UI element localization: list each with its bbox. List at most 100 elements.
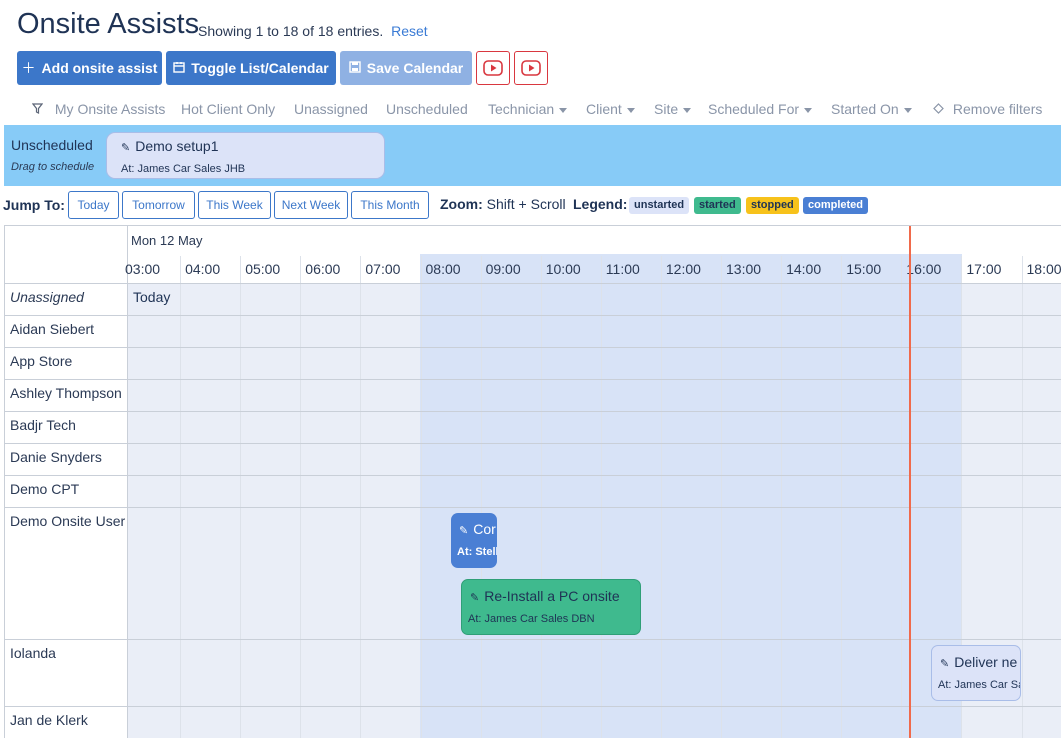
- chevron-down-icon: [559, 107, 568, 113]
- date-header: Mon 12 May: [131, 233, 203, 248]
- youtube-video-button-1[interactable]: [476, 51, 510, 85]
- edit-icon: ✎: [940, 658, 950, 670]
- add-onsite-assist-button[interactable]: ＋ Add onsite assist: [17, 51, 162, 85]
- jump-today-button[interactable]: Today: [68, 191, 119, 219]
- resource-row: Iolanda: [5, 639, 127, 707]
- plus-icon: ＋: [21, 60, 36, 76]
- hour-gridline: [240, 256, 242, 738]
- event-card-started[interactable]: ✎ Re-Install a PC onsite At: James Car Sa…: [461, 579, 641, 635]
- event-title-row: ✎ Cor: [459, 521, 496, 537]
- chevron-down-icon: [683, 107, 692, 113]
- row-divider: [128, 411, 1061, 412]
- hour-gridline: [1021, 256, 1023, 738]
- resource-row: Badjr Tech: [5, 411, 127, 443]
- hour-label: 11:00: [605, 261, 640, 277]
- save-calendar-button[interactable]: Save Calendar: [340, 51, 472, 85]
- toggle-list-calendar-label: Toggle List/Calendar: [191, 60, 329, 76]
- event-location: At: James Car Sa: [938, 679, 1021, 691]
- zoom-label: Zoom:: [440, 196, 483, 212]
- jump-next-week-button[interactable]: Next Week: [274, 191, 348, 219]
- resource-row: Danie Snyders: [5, 443, 127, 475]
- chevron-down-icon: [804, 107, 813, 113]
- legend-completed-badge: completed: [803, 197, 869, 214]
- hour-gridline: [901, 256, 903, 738]
- hour-label: 18:00: [1026, 261, 1061, 277]
- add-onsite-assist-label: Add onsite assist: [41, 60, 158, 76]
- jump-this-week-button[interactable]: This Week: [198, 191, 271, 219]
- jump-this-month-button[interactable]: This Month: [351, 191, 429, 219]
- filter-technician-dropdown[interactable]: Technician: [488, 101, 568, 117]
- hour-label: 08:00: [425, 261, 461, 277]
- edit-icon: ✎: [121, 142, 131, 154]
- event-title: Cor: [473, 521, 496, 537]
- hour-label: 05:00: [245, 261, 281, 277]
- resource-unassigned: Unassigned: [5, 283, 127, 316]
- filter-icon: [31, 101, 47, 117]
- filter-started-on-dropdown[interactable]: Started On: [831, 101, 912, 117]
- row-divider: [128, 706, 1061, 707]
- timeline-area[interactable]: Mon 12 May 03:00 04:00 05:00 06:00 07:00 08:0…: [125, 226, 1061, 738]
- filter-site-dropdown[interactable]: Site: [654, 101, 692, 117]
- resource-row: Aidan Siebert: [5, 315, 127, 347]
- remove-filters-button[interactable]: Remove filters: [933, 101, 1042, 117]
- event-location: At: James Car Sales DBN: [468, 613, 595, 625]
- resource-row: Demo CPT: [5, 475, 127, 507]
- event-title-row: ✎ Deliver ne: [940, 654, 1017, 670]
- youtube-video-button-2[interactable]: [514, 51, 548, 85]
- hour-gridline: [180, 256, 182, 738]
- resource-row: Jan de Klerk: [5, 706, 127, 738]
- toggle-list-calendar-button[interactable]: Toggle List/Calendar: [166, 51, 336, 85]
- event-card-completed[interactable]: ✎ Cor At: Stelle: [451, 513, 497, 568]
- youtube-icon: [483, 60, 503, 76]
- remove-filters-label: Remove filters: [952, 101, 1043, 117]
- page-title: Onsite Assists: [17, 8, 200, 40]
- entries-summary: Showing 1 to 18 of 18 entries. Reset: [198, 23, 428, 39]
- filter-my-onsite-assists[interactable]: My Onsite Assists: [31, 101, 166, 117]
- resource-column: Unassigned Aidan Siebert App Store Ashle…: [5, 226, 128, 738]
- row-divider: [128, 379, 1061, 380]
- legend-label: Legend:: [573, 196, 628, 212]
- unscheduled-event-title-row: ✎ Demo setup1: [121, 138, 219, 154]
- unscheduled-event-location: At: James Car Sales JHB: [121, 163, 246, 175]
- unscheduled-event-card[interactable]: ✎ Demo setup1 At: James Car Sales JHB: [106, 132, 385, 179]
- hour-gridline: [600, 256, 602, 738]
- filter-unassigned[interactable]: Unassigned: [294, 101, 368, 117]
- hour-gridline: [841, 256, 843, 738]
- filter-started-on-label: Started On: [831, 101, 899, 117]
- unscheduled-event-title: Demo setup1: [135, 138, 219, 154]
- edit-icon: ✎: [459, 525, 469, 537]
- legend-started-badge: started: [694, 197, 741, 214]
- today-label: Today: [133, 289, 171, 305]
- hour-label: 16:00: [906, 261, 942, 277]
- hour-label: 07:00: [365, 261, 401, 277]
- hour-gridline: [781, 256, 783, 738]
- calendar-icon: [173, 60, 185, 76]
- save-calendar-label: Save Calendar: [366, 60, 464, 76]
- zoom-hint: Zoom: Shift + Scroll: [440, 196, 566, 212]
- event-title: Deliver ne: [954, 654, 1018, 670]
- filter-hot-client-only[interactable]: Hot Client Only: [181, 101, 275, 117]
- filter-site-label: Site: [654, 101, 679, 117]
- resource-row: Ashley Thompson: [5, 379, 127, 411]
- hour-label: 04:00: [185, 261, 221, 277]
- filter-unscheduled[interactable]: Unscheduled: [386, 101, 468, 117]
- filter-scheduled-for-dropdown[interactable]: Scheduled For: [708, 101, 813, 117]
- eraser-icon: [933, 101, 948, 117]
- current-time-indicator: [909, 226, 911, 738]
- filter-my-onsite-label: My Onsite Assists: [54, 101, 166, 117]
- event-card-unstarted[interactable]: ✎ Deliver ne At: James Car Sa: [931, 645, 1021, 701]
- event-location: At: Stelle: [457, 546, 497, 558]
- event-title: Re-Install a PC onsite: [484, 588, 620, 604]
- hour-label: 09:00: [485, 261, 521, 277]
- hour-label: 14:00: [786, 261, 822, 277]
- row-divider: [128, 443, 1061, 444]
- hour-label: 15:00: [846, 261, 882, 277]
- hour-gridline: [300, 256, 302, 738]
- reset-link[interactable]: Reset: [391, 23, 428, 39]
- filter-client-dropdown[interactable]: Client: [586, 101, 635, 117]
- jump-tomorrow-button[interactable]: Tomorrow: [122, 191, 195, 219]
- hour-label: 03:00: [125, 261, 161, 277]
- filter-scheduled-for-label: Scheduled For: [708, 101, 800, 117]
- youtube-icon: [521, 60, 541, 76]
- chevron-down-icon: [903, 107, 912, 113]
